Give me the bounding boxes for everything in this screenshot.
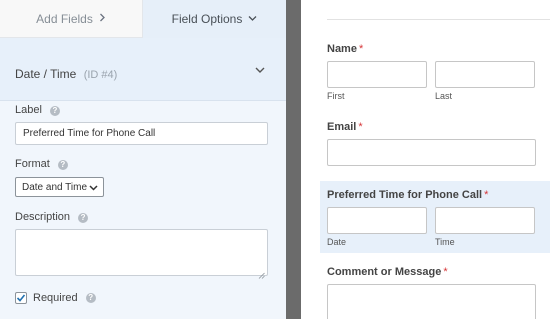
time-sublabel: Time <box>435 237 455 247</box>
time-input[interactable] <box>435 207 535 234</box>
format-select[interactable]: Date and Time <box>15 177 104 197</box>
field-type-name: Date / Time <box>15 67 77 81</box>
required-marker: * <box>358 43 364 55</box>
comment-textarea[interactable] <box>327 284 536 319</box>
required-marker: * <box>358 121 363 133</box>
resize-grip-icon[interactable] <box>258 266 265 279</box>
name-last-sublabel: Last <box>435 91 453 101</box>
description-caption-text: Description <box>15 211 71 223</box>
description-caption: Description? <box>15 211 89 223</box>
email-input[interactable] <box>327 139 536 166</box>
required-marker: * <box>443 266 448 278</box>
field-section-title: Date / Time (ID #4) <box>15 67 117 81</box>
help-icon[interactable]: ? <box>57 160 68 170</box>
name-field-label: Name * <box>327 43 363 55</box>
name-first-input[interactable] <box>327 61 427 88</box>
field-section-header[interactable]: Date / Time (ID #4) <box>0 38 286 101</box>
email-field-label: Email * <box>327 121 363 133</box>
name-last-input[interactable] <box>435 61 535 88</box>
date-input[interactable] <box>327 207 427 234</box>
description-textarea[interactable] <box>15 229 268 279</box>
email-label-text: Email <box>327 121 357 133</box>
preferred-time-field-label: Preferred Time for Phone Call * <box>327 189 488 201</box>
label-input-value: Preferred Time for Phone Call <box>23 128 156 139</box>
format-caption: Format? <box>15 158 68 170</box>
field-options-panel: Add Fields Field Options Date / Time (ID… <box>0 0 286 319</box>
comment-field-label: Comment or Message * <box>327 266 448 278</box>
help-icon[interactable]: ? <box>78 213 89 223</box>
field-id: (ID #4) <box>83 69 118 81</box>
chevron-down-icon <box>248 13 257 25</box>
form-preview: Name * First Last Email * Preferred Time f… <box>301 0 550 319</box>
date-sublabel: Date <box>327 237 347 247</box>
chevron-down-icon <box>89 183 98 192</box>
tab-add-fields[interactable]: Add Fields <box>0 0 143 38</box>
required-checkbox[interactable] <box>15 292 27 304</box>
tab-field-options-label: Field Options <box>171 12 243 26</box>
panel-tabs: Add Fields Field Options <box>0 0 286 38</box>
required-marker: * <box>484 189 489 201</box>
comment-label-text: Comment or Message <box>327 266 442 278</box>
tab-field-options[interactable]: Field Options <box>143 0 286 38</box>
format-selected-value: Date and Time <box>22 181 88 193</box>
format-caption-text: Format <box>15 158 50 170</box>
label-caption: Label? <box>15 104 60 116</box>
label-caption-text: Label <box>15 104 42 116</box>
name-label-text: Name <box>327 43 357 55</box>
preferred-time-label-text: Preferred Time for Phone Call <box>327 189 483 201</box>
tab-add-fields-label: Add Fields <box>36 11 93 26</box>
help-icon[interactable]: ? <box>49 106 60 116</box>
help-icon[interactable]: ? <box>85 293 96 303</box>
required-option: Required? <box>15 291 96 305</box>
preview-top-rule <box>327 19 550 20</box>
name-first-sublabel: First <box>327 91 345 101</box>
label-input[interactable]: Preferred Time for Phone Call <box>15 122 268 145</box>
required-label[interactable]: Required <box>33 292 78 304</box>
chevron-right-icon <box>99 13 106 25</box>
panel-divider <box>286 0 301 319</box>
collapse-chevron-icon[interactable] <box>252 62 268 78</box>
